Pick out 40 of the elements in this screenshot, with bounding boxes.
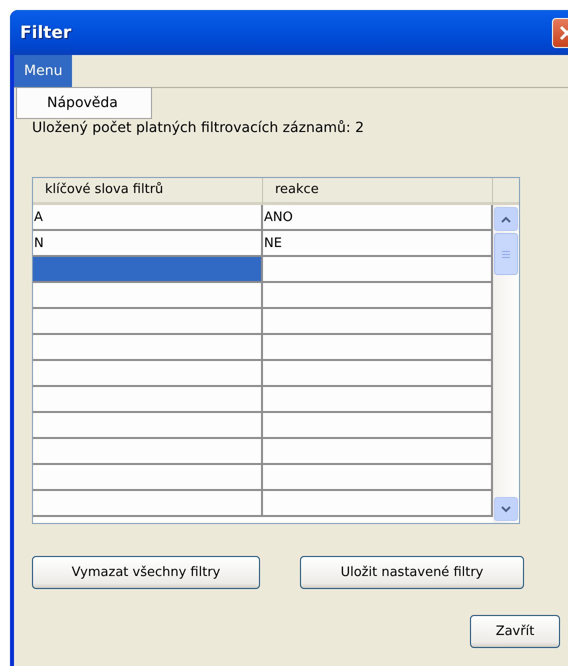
scroll-down-button[interactable] bbox=[494, 497, 518, 521]
table-cell[interactable] bbox=[263, 387, 493, 413]
table-cell[interactable] bbox=[263, 439, 493, 465]
table-cell[interactable] bbox=[263, 309, 493, 335]
close-dialog-button[interactable]: Zavřít bbox=[470, 615, 560, 648]
table-cell[interactable] bbox=[263, 465, 493, 491]
table-cell[interactable]: ANO bbox=[263, 205, 493, 231]
menu-entry[interactable]: Nápověda bbox=[17, 95, 118, 111]
grip-icon bbox=[502, 250, 510, 258]
table-cell[interactable] bbox=[33, 465, 263, 491]
chevron-down-icon bbox=[501, 506, 511, 512]
table-cell[interactable] bbox=[33, 387, 263, 413]
table-cell[interactable] bbox=[263, 335, 493, 361]
table-cell[interactable] bbox=[33, 283, 263, 309]
table-cell[interactable] bbox=[33, 439, 263, 465]
table-cell[interactable] bbox=[33, 257, 263, 283]
record-count-label: Uložený počet platných filtrovacích záznamů: 2 bbox=[32, 120, 365, 136]
scrollbar[interactable] bbox=[493, 205, 519, 523]
column-header[interactable]: klíčové slova filtrů bbox=[33, 178, 263, 205]
action-button[interactable]: Uložit nastavené filtry bbox=[300, 556, 524, 589]
table-cell[interactable] bbox=[33, 491, 263, 517]
table-cell[interactable] bbox=[33, 361, 263, 387]
column-header[interactable]: reakce bbox=[263, 178, 493, 205]
table-cell[interactable]: N bbox=[33, 231, 263, 257]
window-title: Filter bbox=[20, 22, 72, 42]
action-button[interactable]: Vymazat všechny filtry bbox=[32, 556, 260, 589]
table-cell[interactable] bbox=[263, 283, 493, 309]
scroll-thumb[interactable] bbox=[494, 233, 518, 275]
menu-item[interactable]: Menu bbox=[14, 55, 72, 87]
table-cell[interactable] bbox=[263, 413, 493, 439]
table-cell[interactable]: NE bbox=[263, 231, 493, 257]
table-cell[interactable] bbox=[263, 257, 493, 283]
scroll-up-button[interactable] bbox=[494, 207, 518, 231]
table-cell[interactable] bbox=[33, 309, 263, 335]
table-cell[interactable] bbox=[263, 491, 493, 517]
table-cell[interactable] bbox=[33, 413, 263, 439]
table-cell[interactable] bbox=[263, 361, 493, 387]
table-cell[interactable] bbox=[33, 335, 263, 361]
table-cell[interactable]: A bbox=[33, 205, 263, 231]
chevron-up-icon bbox=[501, 216, 511, 222]
